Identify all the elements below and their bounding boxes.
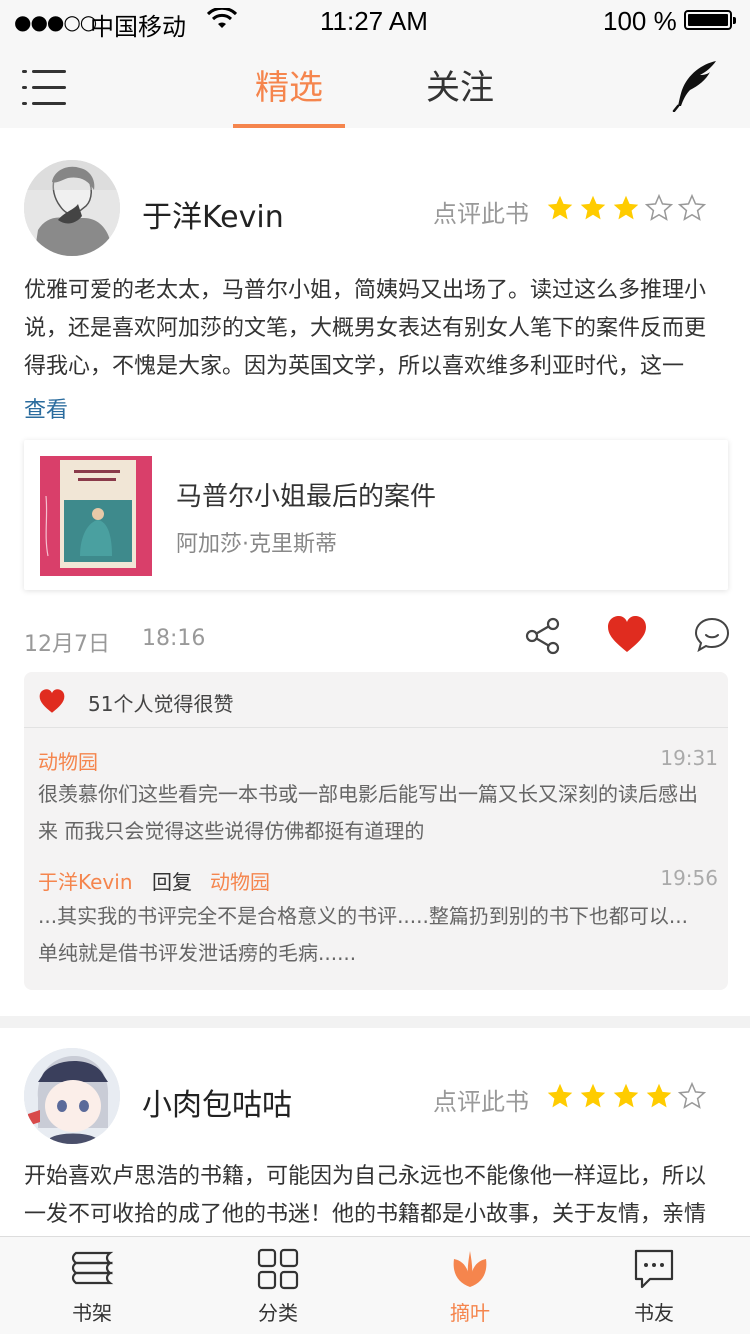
tab-label: 摘叶 bbox=[450, 1301, 490, 1325]
avatar[interactable] bbox=[24, 1048, 120, 1144]
likes-count-text: 51个人觉得很赞 bbox=[88, 692, 234, 716]
menu-icon[interactable] bbox=[22, 70, 66, 108]
signal-strength: ●●●○○ bbox=[14, 10, 97, 34]
avatar-illustration bbox=[24, 160, 120, 256]
bottom-tab-bar: 书架 分类 摘叶 书友 bbox=[0, 1236, 750, 1334]
star-rating bbox=[546, 1082, 706, 1110]
tab-label: 书友 bbox=[634, 1301, 674, 1325]
like-heart-icon[interactable] bbox=[606, 614, 648, 654]
review-card: 小肉包咕咕 点评此书 开始喜欢卢思浩的书籍，可能因为自己永远也不能像他一样逗比，… bbox=[0, 1028, 750, 1238]
bookshelf-icon bbox=[71, 1251, 114, 1285]
comment-text[interactable]: 很羡慕你们这些看完一本书或一部电影后能写出一篇又长又深刻的读后感出来 而我只会觉… bbox=[38, 776, 698, 850]
star-empty-icon bbox=[645, 194, 673, 221]
tab-friends[interactable]: 书友 bbox=[594, 1237, 714, 1334]
star-filled-icon bbox=[547, 1083, 573, 1108]
review-text[interactable]: 优雅可爱的老太太，马普尔小姐，简姨妈又出场了。读过这么多推理小说，还是喜欢阿加莎… bbox=[24, 272, 724, 386]
comment-text[interactable]: ...其实我的书评完全不是合格意义的书评.....整篇扔到别的书下也都可以...… bbox=[38, 898, 698, 972]
tab-label: 书架 bbox=[72, 1301, 112, 1325]
tab-bookshelf[interactable]: 书架 bbox=[32, 1237, 152, 1334]
likes-and-comments-panel: 51个人觉得很赞 动物园 19:31 很羡慕你们这些看完一本书或一部电影后能写出… bbox=[24, 672, 728, 990]
tab-category[interactable]: 分类 bbox=[218, 1237, 338, 1334]
username[interactable]: 小肉包咕咕 bbox=[142, 1080, 292, 1124]
rate-label: 点评此书 bbox=[433, 1088, 529, 1116]
star-empty-icon bbox=[678, 1082, 706, 1109]
status-bar: ●●●○○ 中国移动 11:27 AM 100 % bbox=[0, 0, 750, 41]
book-title: 马普尔小姐最后的案件 bbox=[176, 482, 437, 512]
star-filled-icon bbox=[580, 1083, 606, 1108]
reply-word: 回复 bbox=[152, 870, 192, 894]
carrier-name: 中国移动 bbox=[90, 13, 186, 41]
star-filled-icon bbox=[547, 195, 573, 220]
post-date: 12月7日 bbox=[24, 632, 110, 657]
tab-featured[interactable]: 精选 bbox=[233, 40, 345, 128]
book-author: 阿加莎·克里斯蒂 bbox=[176, 532, 337, 557]
book-card[interactable]: 马普尔小姐最后的案件 阿加莎·克里斯蒂 bbox=[24, 440, 728, 590]
reply-to-username[interactable]: 动物园 bbox=[210, 866, 270, 895]
share-icon[interactable] bbox=[524, 616, 562, 656]
top-nav-bar: 精选 关注 bbox=[0, 40, 750, 128]
tab-label: 分类 bbox=[258, 1301, 298, 1325]
star-filled-icon bbox=[646, 1083, 672, 1108]
battery-icon bbox=[684, 10, 736, 30]
feather-pen-icon[interactable] bbox=[672, 60, 718, 112]
comment-username[interactable]: 动物园 bbox=[38, 746, 98, 775]
star-filled-icon bbox=[613, 195, 639, 220]
tab-excerpts[interactable]: 摘叶 bbox=[410, 1237, 530, 1334]
username[interactable]: 于洋Kevin bbox=[142, 192, 284, 236]
star-rating bbox=[546, 194, 706, 222]
avatar[interactable] bbox=[24, 160, 120, 256]
leaf-icon bbox=[453, 1251, 487, 1287]
comment-icon[interactable] bbox=[694, 616, 730, 652]
view-more-link[interactable]: 查看 bbox=[24, 392, 68, 424]
star-filled-icon bbox=[580, 195, 606, 220]
review-text[interactable]: 开始喜欢卢思浩的书籍，可能因为自己永远也不能像他一样逗比，所以一发不可收拾的成了… bbox=[24, 1158, 724, 1234]
rate-label: 点评此书 bbox=[433, 200, 529, 228]
heart-icon bbox=[39, 689, 65, 713]
wifi-icon bbox=[207, 8, 237, 28]
battery-percent: 100 % bbox=[603, 6, 677, 36]
comment-time: 19:31 bbox=[660, 746, 718, 770]
comment-username[interactable]: 于洋Kevin bbox=[38, 866, 133, 895]
post-time: 18:16 bbox=[142, 626, 206, 651]
avatar-illustration bbox=[24, 1048, 120, 1144]
star-filled-icon bbox=[613, 1083, 639, 1108]
star-empty-icon bbox=[678, 194, 706, 221]
likes-summary[interactable]: 51个人觉得很赞 bbox=[24, 672, 728, 728]
book-cover-image bbox=[40, 456, 152, 576]
tab-following[interactable]: 关注 bbox=[404, 40, 516, 128]
category-grid-icon bbox=[257, 1248, 299, 1290]
chat-icon bbox=[634, 1249, 674, 1289]
review-card: 于洋Kevin 点评此书 优雅可爱的老太太，马普尔小姐，简姨妈又出场了。读过这么… bbox=[0, 128, 750, 1016]
clock: 11:27 AM bbox=[320, 6, 428, 36]
comment-time: 19:56 bbox=[660, 866, 718, 890]
